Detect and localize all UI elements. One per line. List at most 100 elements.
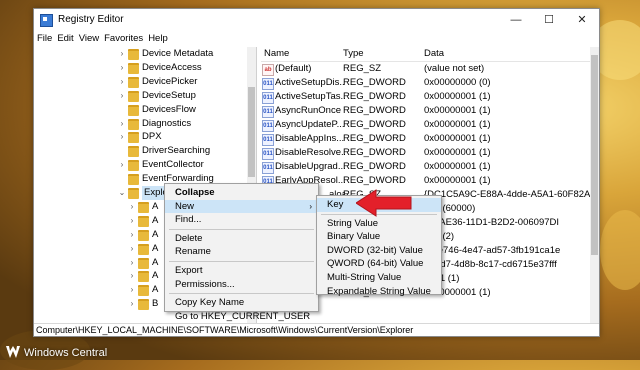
menu-item-go-to-hkey-current-user[interactable]: Go to HKEY_CURRENT_USER xyxy=(165,310,318,324)
menu-item-label: Collapse xyxy=(175,187,215,198)
menu-help[interactable]: Help xyxy=(145,31,170,46)
value-name: ActiveSetupDis... xyxy=(275,77,345,88)
value-type: REG_DWORD xyxy=(343,147,406,158)
binary-value-icon: 011 xyxy=(262,106,274,118)
folder-icon xyxy=(128,146,139,158)
value-row[interactable]: 011 AsyncUpdateP... REG_DWORD 0x00000001 (1… xyxy=(261,118,599,132)
value-row[interactable]: 011 ActiveSetupTas... REG_DWORD 0x00000001 … xyxy=(261,90,599,104)
menu-separator xyxy=(169,293,314,295)
column-header-data[interactable]: Data xyxy=(424,47,444,61)
list-header: Name Type Data xyxy=(261,47,599,62)
value-name: AsyncRunOnce xyxy=(275,105,342,116)
menu-item-permissions[interactable]: Permissions... xyxy=(165,278,318,292)
menu-favorites[interactable]: Favorites xyxy=(101,31,145,46)
value-row[interactable]: 011 DisableUpgrad... REG_DWORD 0x00000001 (… xyxy=(261,160,599,174)
menu-item-delete[interactable]: Delete xyxy=(165,232,318,246)
tree-item-label: A xyxy=(152,242,159,254)
chevron-icon[interactable]: › xyxy=(128,228,136,242)
value-data: 0x00000001 (1) xyxy=(424,287,491,298)
value-data: 0x00000001 (1) xyxy=(424,147,491,158)
menu-item-export[interactable]: Export xyxy=(165,264,318,278)
chevron-icon[interactable]: ⌄ xyxy=(118,186,126,200)
value-row[interactable]: 011 DisableAppIns... REG_DWORD 0x00000001 (… xyxy=(261,132,599,146)
value-data: a60 (60000) xyxy=(424,203,476,214)
menu-file[interactable]: File xyxy=(34,31,54,46)
value-name: AsyncUpdateP... xyxy=(275,119,345,130)
binary-value-icon: 011 xyxy=(262,134,274,146)
binary-value-icon: 011 xyxy=(262,120,274,132)
value-type: REG_DWORD xyxy=(343,77,406,88)
chevron-icon[interactable]: › xyxy=(118,158,126,172)
menu-item-copy-key-name[interactable]: Copy Key Name xyxy=(165,296,318,310)
column-header-type[interactable]: Type xyxy=(343,47,364,61)
chevron-icon[interactable]: › xyxy=(118,117,126,131)
chevron-icon[interactable]: › xyxy=(118,130,126,144)
menu-item-label: Key xyxy=(327,199,344,210)
chevron-icon[interactable]: › xyxy=(128,242,136,256)
registry-editor-icon xyxy=(40,14,53,27)
menu-item-find[interactable]: Find... xyxy=(165,213,318,227)
maximize-button[interactable]: ☐ xyxy=(533,9,565,31)
tree-item-label: B xyxy=(152,298,159,310)
chevron-icon[interactable]: › xyxy=(128,269,136,283)
value-data: 0x00000001 (1) xyxy=(424,175,491,186)
tree-item-label: DPX xyxy=(142,131,162,143)
chevron-icon[interactable]: › xyxy=(128,214,136,228)
value-data: 0x00000000 (0) xyxy=(424,77,491,88)
tree-item-label: DriverSearching xyxy=(142,145,211,157)
value-row[interactable]: 011 DisableResolve... REG_DWORD 0x00000001 … xyxy=(261,146,599,160)
value-row[interactable]: 011 AsyncRunOnce REG_DWORD 0x00000001 (1) xyxy=(261,104,599,118)
title-bar[interactable]: Registry Editor — ☐ ✕ xyxy=(34,9,599,31)
value-name: DisableAppIns... xyxy=(275,133,345,144)
submenu-item-qword-64-bit-value[interactable]: QWORD (64-bit) Value xyxy=(317,257,441,271)
tree-item-label: A xyxy=(152,200,159,212)
list-scrollbar-thumb[interactable] xyxy=(591,55,598,255)
submenu-item-string-value[interactable]: String Value xyxy=(317,217,441,231)
chevron-icon[interactable]: › xyxy=(118,47,126,61)
menu-item-label: Multi-String Value xyxy=(327,272,402,283)
folder-icon xyxy=(128,62,139,74)
minimize-button[interactable]: — xyxy=(500,9,532,31)
status-bar-path: Computer\HKEY_LOCAL_MACHINE\SOFTWARE\Mic… xyxy=(34,323,599,336)
menu-item-label: Export xyxy=(175,265,203,276)
folder-icon xyxy=(128,160,139,172)
menu-view[interactable]: View xyxy=(76,31,101,46)
folder-icon xyxy=(138,243,149,255)
menu-item-label: Copy Key Name xyxy=(175,297,245,309)
string-value-icon: ab xyxy=(262,64,274,76)
value-row[interactable]: ab (Default) REG_SZ (value not set) xyxy=(261,62,599,76)
list-scrollbar[interactable] xyxy=(590,47,599,323)
chevron-icon[interactable]: › xyxy=(118,75,126,89)
close-button[interactable]: ✕ xyxy=(566,9,598,31)
value-data: 0001 (1) xyxy=(424,273,460,284)
submenu-item-dword-32-bit-value[interactable]: DWORD (32-bit) Value xyxy=(317,244,441,258)
chevron-icon[interactable]: › xyxy=(128,200,136,214)
menu-edit[interactable]: Edit xyxy=(54,31,75,46)
menu-item-collapse[interactable]: Collapse xyxy=(165,186,318,200)
chevron-icon[interactable]: › xyxy=(118,61,126,75)
tree-scrollbar-thumb[interactable] xyxy=(248,87,255,177)
windows-central-logo-icon xyxy=(6,346,20,358)
folder-icon xyxy=(138,229,149,241)
chevron-icon[interactable]: › xyxy=(128,297,136,311)
binary-value-icon: 011 xyxy=(262,78,274,90)
menu-item-new[interactable]: New › xyxy=(165,199,318,214)
value-data: 3-f4d7-4d8b-8c17-cd6715e37fff xyxy=(424,259,557,270)
chevron-icon[interactable]: › xyxy=(128,256,136,270)
tree-item-label: DevicesFlow xyxy=(142,103,196,115)
tree-item-label: A xyxy=(152,256,159,268)
chevron-icon[interactable]: › xyxy=(118,89,126,103)
value-data: ea-e746-4e47-ad57-3fb191ca1e xyxy=(424,245,561,256)
submenu-item-expandable-string-value[interactable]: Expandable String Value xyxy=(317,285,441,299)
folder-icon xyxy=(138,299,149,311)
tree-item-label: A xyxy=(152,214,159,226)
chevron-icon[interactable]: › xyxy=(128,283,136,297)
column-header-name[interactable]: Name xyxy=(264,47,289,61)
value-row[interactable]: 011 ActiveSetupDis... REG_DWORD 0x00000000 … xyxy=(261,76,599,90)
folder-icon xyxy=(138,215,149,227)
menu-item-rename[interactable]: Rename xyxy=(165,245,318,259)
submenu-item-multi-string-value[interactable]: Multi-String Value xyxy=(317,271,441,285)
value-type: REG_DWORD xyxy=(343,105,406,116)
chevron-right-icon: › xyxy=(309,201,312,211)
submenu-item-binary-value[interactable]: Binary Value xyxy=(317,230,441,244)
